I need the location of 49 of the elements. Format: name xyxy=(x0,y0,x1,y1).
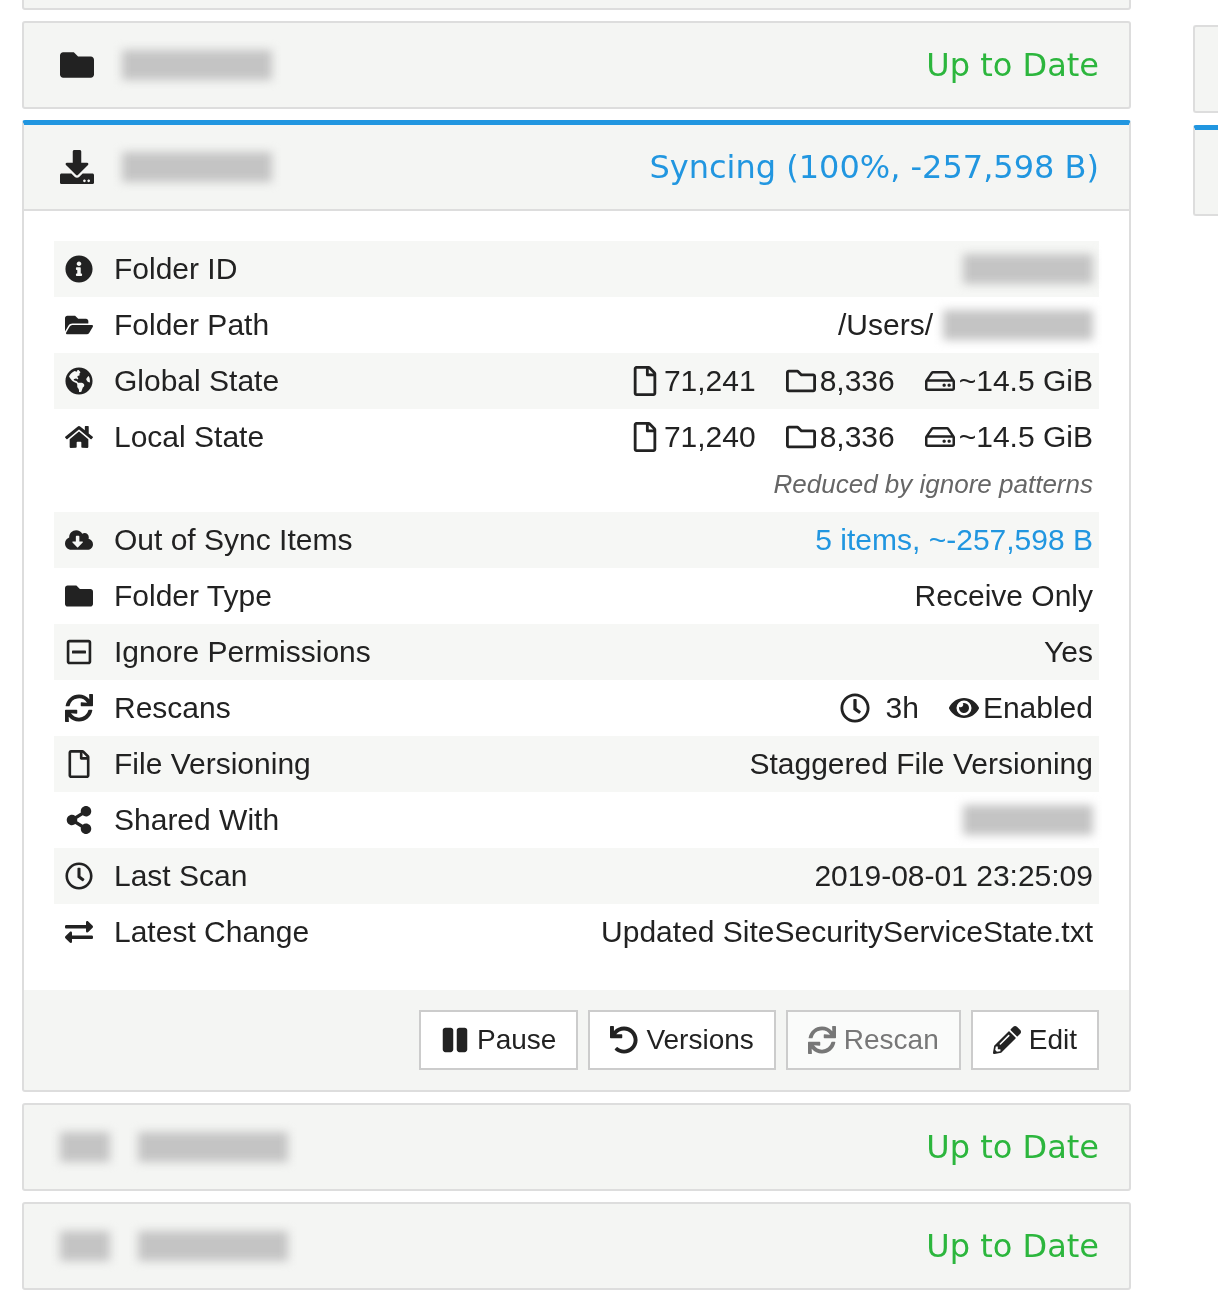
pause-icon xyxy=(441,1026,469,1054)
folder-status: Up to Date xyxy=(926,1128,1099,1166)
detail-label: Rescans xyxy=(114,691,231,725)
folder-path-value: /Users/ xyxy=(838,308,933,342)
blurred-block xyxy=(60,1132,110,1162)
detail-label: File Versioning xyxy=(114,747,311,781)
detail-value: Receive Only xyxy=(914,579,1093,613)
detail-label: Last Scan xyxy=(114,859,248,893)
action-button[interactable]: Pause xyxy=(419,1010,579,1070)
clock-icon xyxy=(65,862,93,890)
detail-label: Folder ID xyxy=(114,252,238,286)
detail-label: Ignore Permissions xyxy=(114,635,371,669)
detail-value: Staggered File Versioning xyxy=(749,747,1093,781)
detail-label: Folder Type xyxy=(114,579,272,613)
file-count: 71,240 xyxy=(663,420,756,454)
folder-count: 8,336 xyxy=(819,364,895,398)
download-icon xyxy=(60,150,94,184)
detail-label: Local State xyxy=(114,420,265,454)
clock-icon xyxy=(839,693,870,723)
folder-status: Syncing (100%, -257,598 B) xyxy=(649,148,1099,186)
file-count: 71,241 xyxy=(663,364,756,398)
share-icon xyxy=(65,806,93,834)
pencil-icon xyxy=(992,1026,1021,1054)
rescan-interval: 3h xyxy=(885,691,919,725)
info-icon xyxy=(65,255,93,283)
detail-label: Shared With xyxy=(114,803,280,837)
refresh-icon xyxy=(807,1026,836,1054)
folder-status: Up to Date xyxy=(926,46,1099,84)
size-value: ~14.5 GiB xyxy=(958,364,1093,398)
size-value: ~14.5 GiB xyxy=(958,420,1093,454)
undo-icon xyxy=(610,1026,639,1054)
exchange-icon xyxy=(65,918,93,946)
detail-value: 2019-08-01 23:25:09 xyxy=(814,859,1093,893)
refresh-icon xyxy=(65,694,93,722)
detail-note: Reduced by ignore patterns xyxy=(772,468,1094,501)
detail-value: Yes xyxy=(1044,635,1093,669)
folder-count: 8,336 xyxy=(819,420,895,454)
action-button[interactable]: Edit xyxy=(970,1010,1099,1070)
globe-icon xyxy=(65,367,93,395)
folder-status: Up to Date xyxy=(926,1227,1099,1265)
detail-label: Folder Path xyxy=(114,308,270,342)
home-icon xyxy=(65,423,93,451)
detail-value: Updated SiteSecurityServiceState.txt xyxy=(601,915,1093,949)
detail-label: Out of Sync Items xyxy=(114,523,353,557)
blurred-block xyxy=(60,1231,110,1261)
detail-label: Global State xyxy=(114,364,280,398)
watcher-status: Enabled xyxy=(982,691,1093,725)
action-button[interactable]: Versions xyxy=(588,1010,776,1070)
detail-label: Latest Change xyxy=(114,915,310,949)
